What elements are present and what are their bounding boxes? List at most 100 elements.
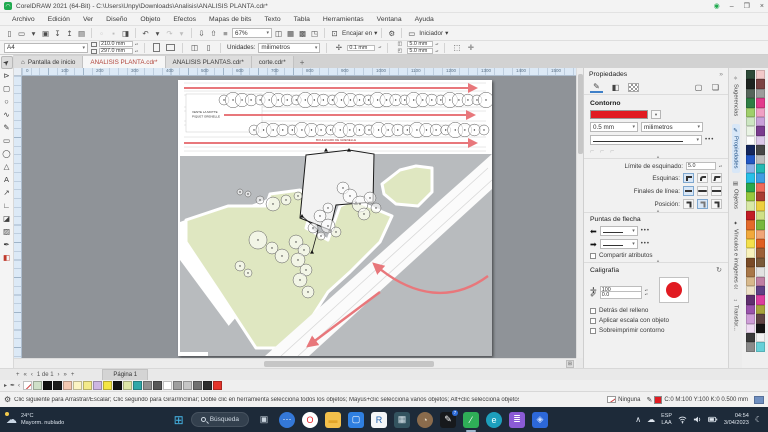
onedrive-icon[interactable]: ☁ <box>647 415 655 424</box>
show-grid-button[interactable]: ▩ <box>297 28 308 39</box>
vertical-ruler[interactable] <box>14 76 22 358</box>
miter-field[interactable]: 5.0 <box>685 162 716 170</box>
menu-mapas-de-bits[interactable]: Mapas de bits <box>203 15 257 24</box>
palette-eyedropper-icon[interactable]: ✒ <box>10 382 15 389</box>
zoom-level-combo[interactable]: 67% ▾ <box>232 28 272 38</box>
open-button[interactable]: ▭ <box>16 28 27 39</box>
outline-tab[interactable]: ✎ <box>590 81 603 93</box>
text-tool[interactable]: A <box>1 173 13 186</box>
palette-color-swatch[interactable] <box>745 276 755 286</box>
width-spinner[interactable]: ▴▾ <box>135 42 138 46</box>
palette-color-swatch[interactable] <box>755 248 765 258</box>
outline-color-swatch[interactable] <box>590 110 648 119</box>
add-button[interactable]: ✚ <box>465 42 476 53</box>
app-coreldraw-dark[interactable]: ✎ 7 <box>439 409 458 428</box>
interactive-fill-tool[interactable]: ◧ <box>1 251 13 264</box>
palette-color-swatch[interactable] <box>755 98 765 108</box>
docker-tab-v-nculos-e-im-genes-cambiantes[interactable]: ✦ Vínculos e imágenes cambiantes <box>732 217 740 289</box>
landscape-button[interactable] <box>165 42 176 53</box>
stretch-spinner[interactable]: ▴▾ <box>645 288 648 292</box>
duplicate-y-field[interactable]: 5.0 mm <box>407 48 434 54</box>
palette-color-swatch[interactable] <box>755 267 765 277</box>
options-gear-button[interactable]: ⚙ <box>386 28 397 39</box>
volume-icon[interactable] <box>693 415 702 424</box>
doc-palette-swatch[interactable] <box>183 381 193 390</box>
doc-tab-analisis-planta-cdr[interactable]: ANALISIS PLANTA.cdr* <box>83 56 166 68</box>
import-page-button[interactable]: ⇩ <box>196 28 207 39</box>
palette-color-swatch[interactable] <box>745 135 755 146</box>
app-store[interactable]: ▢ <box>347 411 364 428</box>
page-height-field[interactable]: 297.0 mm <box>99 48 133 54</box>
outline-units-combo[interactable]: milimetros ▾ <box>641 122 703 132</box>
doc-palette-swatch[interactable] <box>63 381 73 390</box>
publish-pdf-button[interactable]: ≡ <box>220 28 231 39</box>
document-page[interactable]: VENTE LA MOTTE PIQUET GRENELLE BOULEVARD… <box>178 80 494 357</box>
app-chat[interactable]: ⋯ <box>278 411 295 428</box>
end-arrowhead-combo[interactable]: ▾ <box>599 239 638 249</box>
doc-palette-swatch[interactable] <box>23 381 33 390</box>
palette-color-swatch[interactable] <box>755 239 765 249</box>
menu-tabla[interactable]: Tabla <box>288 15 316 24</box>
angle-spinner[interactable]: ▴▾ <box>645 293 648 296</box>
palette-color-swatch[interactable] <box>755 257 765 268</box>
palette-color-swatch[interactable] <box>745 126 755 136</box>
add-page-button-2[interactable]: + <box>71 372 75 378</box>
language-indicator[interactable]: ESP LAA <box>661 413 672 425</box>
palette-color-swatch[interactable] <box>745 257 755 268</box>
palette-color-swatch[interactable] <box>755 304 765 315</box>
palette-color-swatch[interactable] <box>745 88 755 99</box>
new-document-tab-button[interactable]: + <box>294 56 311 68</box>
app-calculator[interactable]: ▦ <box>393 411 410 428</box>
cap-round-button[interactable] <box>697 186 708 196</box>
units-combo[interactable]: milimetros ▾ <box>258 42 321 53</box>
doc-palette-swatch[interactable] <box>143 381 153 390</box>
palette-color-swatch[interactable] <box>745 239 755 249</box>
palette-color-swatch[interactable] <box>755 323 765 333</box>
minimize-button[interactable]: – <box>730 3 734 10</box>
nib-preview[interactable] <box>658 277 689 303</box>
palette-color-swatch[interactable] <box>745 154 755 164</box>
last-page-button[interactable]: » <box>64 372 67 378</box>
docker-tab-objetos[interactable]: ▤ Objetos <box>732 177 740 213</box>
open-dropdown[interactable]: ▾ <box>28 28 39 39</box>
app-misc[interactable]: ◔ <box>416 411 433 428</box>
doc-palette-swatch[interactable] <box>193 381 203 390</box>
palette-color-swatch[interactable] <box>755 210 765 221</box>
show-rulers-button[interactable]: ▦ <box>285 28 296 39</box>
export-button[interactable]: ↥ <box>64 28 75 39</box>
doc-tab-analisis-plantas-cdr[interactable]: ANALISIS PLANTAS.cdr* <box>165 56 252 68</box>
palette-color-swatch[interactable] <box>745 267 755 277</box>
page-tab[interactable]: Página 1 <box>102 369 149 380</box>
docker-options-icon[interactable]: » <box>719 71 723 78</box>
search-box[interactable]: Búsqueda <box>190 412 249 427</box>
section-divider[interactable] <box>584 208 728 213</box>
duplicate-x-field[interactable]: 5.0 mm <box>407 41 434 47</box>
palette-color-swatch[interactable] <box>745 285 755 296</box>
connector-tool[interactable]: ∟ <box>1 199 13 212</box>
doc-palette-swatch[interactable] <box>53 381 63 390</box>
ruler-corner[interactable] <box>14 68 22 76</box>
undo-button[interactable]: ↶ <box>140 28 151 39</box>
snap-off-button[interactable]: ◳ <box>309 28 320 39</box>
import-button[interactable]: ↧ <box>52 28 63 39</box>
drawing-canvas[interactable]: VENTE LA MOTTE PIQUET GRENELLE BOULEVARD… <box>22 76 576 358</box>
hscroll-thumb[interactable] <box>264 361 434 367</box>
ellipse-tool[interactable]: ◯ <box>1 147 13 160</box>
palette-color-swatch[interactable] <box>755 295 765 305</box>
doc-palette-swatch[interactable] <box>83 381 93 390</box>
palette-color-swatch[interactable] <box>755 342 765 352</box>
tray-overflow-chevron[interactable]: ∧ <box>635 415 641 424</box>
corner-bevel-button[interactable] <box>711 173 722 183</box>
doc-palette-swatch[interactable] <box>213 381 223 390</box>
docker-tab-propiedades[interactable]: ✎ Propiedades <box>731 124 740 173</box>
menu-efectos[interactable]: Efectos <box>167 15 202 24</box>
palette-color-swatch[interactable] <box>755 220 765 230</box>
page-width-field[interactable]: 210.0 mm <box>99 41 133 47</box>
corner-miter-button[interactable] <box>683 173 694 183</box>
float-docker-button[interactable]: ▢ <box>692 81 705 93</box>
palette-color-swatch[interactable] <box>745 332 755 343</box>
weather-widget[interactable]: ☁ 24°C Mayorm. nublado <box>0 412 130 427</box>
palette-color-swatch[interactable] <box>755 70 765 80</box>
duplicate-button[interactable]: ◨ <box>120 28 131 39</box>
palette-color-swatch[interactable] <box>755 116 765 127</box>
